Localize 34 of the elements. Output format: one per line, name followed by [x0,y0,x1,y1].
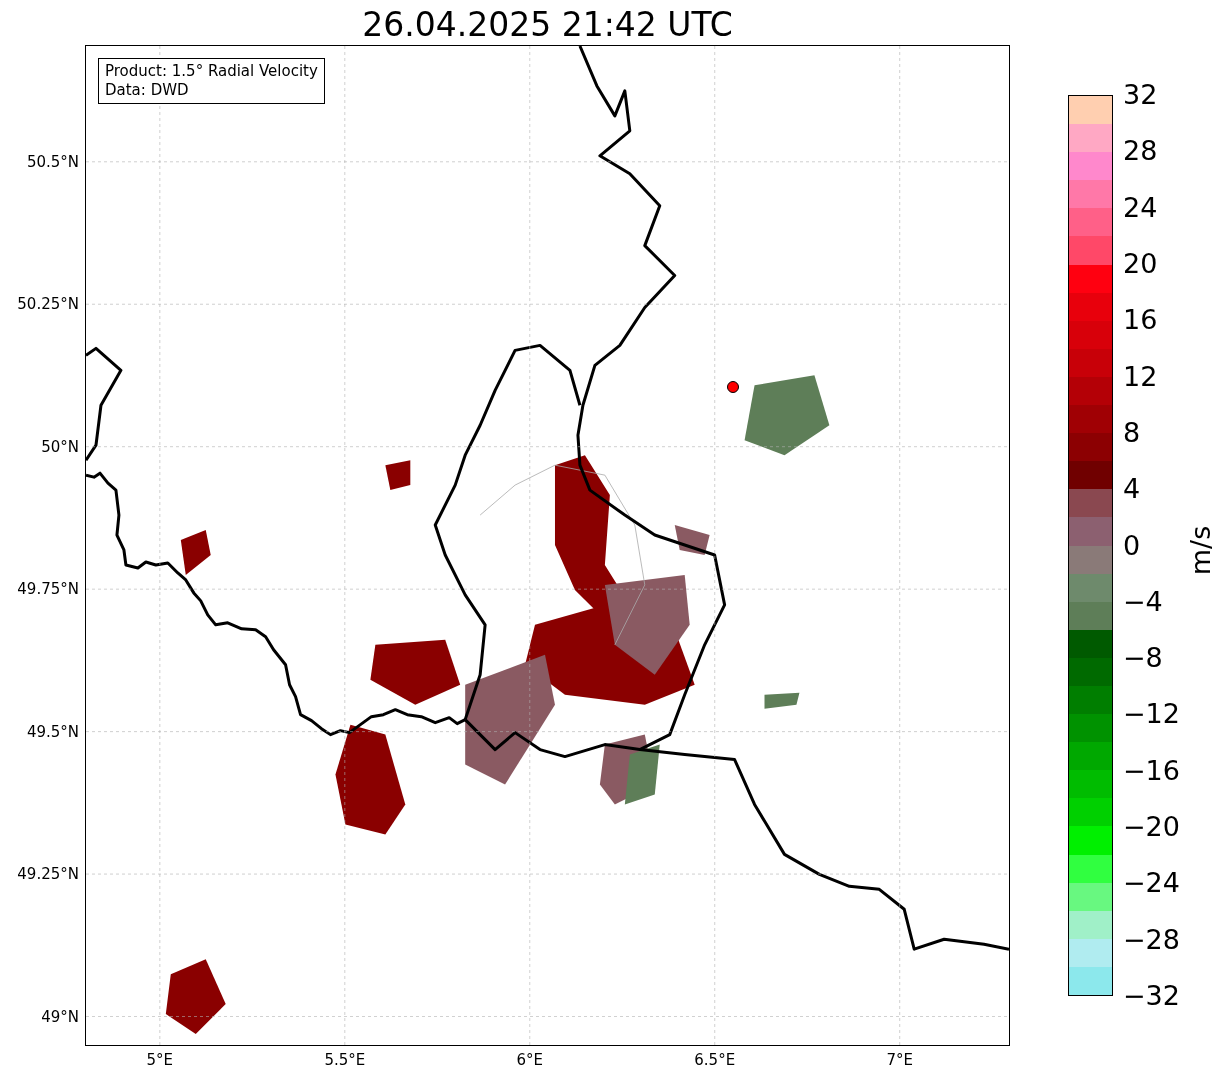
colorbar-tick-label: −8 [1123,643,1163,674]
colorbar-tick-label: −12 [1123,699,1180,730]
figure-title: 26.04.2025 21:42 UTC [362,5,733,45]
longitude-tick-label: 7°E [886,1051,913,1069]
latitude-tick-label: 50°N [41,437,79,456]
longitude-tick-label: 5.5°E [324,1051,366,1069]
colorbar-tick-label: 16 [1123,305,1158,336]
radar-site-marker-icon [726,380,740,394]
latitude-tick-label: 50.5°N [26,152,79,171]
colorbar-tick-label: −24 [1123,868,1180,899]
latitude-tick-label: 49.25°N [17,865,79,884]
longitude-tick-label: 5°E [146,1051,174,1069]
colorbar-tick-label: 4 [1123,474,1141,505]
longitude-tick-label: 6.5°E [694,1051,736,1069]
info-text: Product: 1.5° Radial Velocity [105,62,318,81]
colorbar-tick-label: −16 [1123,755,1180,786]
latitude-tick-label: 50.25°N [17,295,79,314]
colorbar-tick-label: −28 [1123,924,1180,955]
colorbar-tick-label: −20 [1123,812,1180,843]
colorbar-tick-label: 28 [1123,136,1158,167]
colorbar-tick-label: −4 [1123,586,1163,617]
colorbar-label: m/s [1185,525,1217,576]
colorbar-tick-label: 24 [1123,192,1158,223]
colorbar-tick-label: 32 [1123,80,1158,110]
colorbar-tick-label: 8 [1123,417,1141,448]
info-text: Data: DWD [105,81,190,100]
latitude-tick-label: 49.75°N [17,580,79,599]
colorbar-tick-label: 12 [1123,361,1158,392]
longitude-tick-label: 6°E [516,1051,544,1069]
latitude-tick-label: 49°N [41,1007,79,1026]
colorbar-tick-label: −32 [1123,981,1180,1011]
colorbar-tick-label: 0 [1123,530,1141,561]
colorbar-tick-label: 20 [1123,248,1158,279]
latitude-tick-label: 49.5°N [26,722,79,741]
